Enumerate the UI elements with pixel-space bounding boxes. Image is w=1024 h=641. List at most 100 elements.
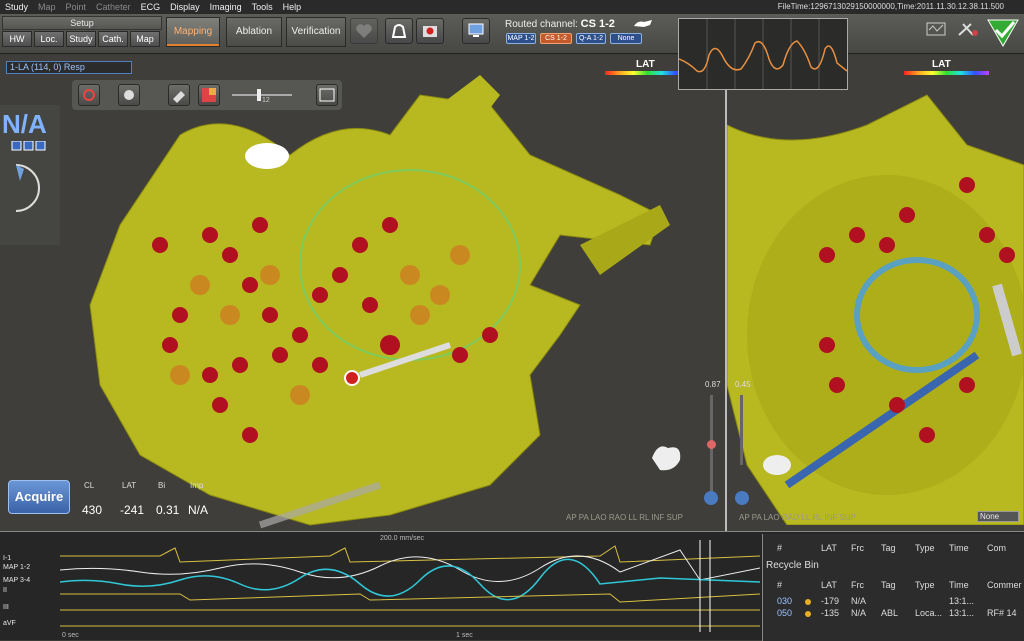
row-lat: -135 bbox=[821, 608, 840, 618]
col2-lat[interactable]: LAT bbox=[821, 580, 837, 590]
col-frc[interactable]: Frc bbox=[851, 543, 864, 553]
left-3d-map-view[interactable]: 1-LA (114, 0) Resp LAT 12 N/A 0.87 Acqui… bbox=[0, 55, 725, 531]
row-time: 13:1... bbox=[949, 608, 975, 618]
menu-study[interactable]: Study bbox=[0, 0, 33, 14]
menu-bar: Study Map Point Catheter ECG Display Ima… bbox=[0, 0, 1024, 14]
ecg-label-map34: MAP 3-4 bbox=[3, 577, 31, 584]
right-3d-map-view[interactable]: LAT 0.45 AP PA LAO RAO LL RL INF SUP Non… bbox=[727, 55, 1024, 531]
heart-button[interactable] bbox=[350, 18, 378, 44]
setup-header: Setup bbox=[2, 16, 162, 30]
hw-button[interactable]: HW bbox=[2, 31, 32, 47]
lat-label: LAT bbox=[122, 481, 137, 490]
row-num: 050 bbox=[777, 608, 793, 618]
cl-value: 430 bbox=[82, 503, 103, 517]
imp-value: N/A bbox=[188, 503, 209, 517]
col-comment[interactable]: Com bbox=[987, 543, 1006, 553]
col-time[interactable]: Time bbox=[949, 543, 969, 553]
monitor-icon bbox=[468, 23, 484, 37]
ecg-time-start: 0 sec bbox=[62, 632, 79, 639]
record-button[interactable] bbox=[416, 18, 444, 44]
file-time: FileTime:1296713029150000000,Time:2011.1… bbox=[777, 2, 1004, 11]
hand-cursor-icon bbox=[634, 20, 652, 27]
acquire-button[interactable]: Acquire bbox=[8, 480, 70, 514]
left-view-down-button[interactable] bbox=[704, 491, 718, 505]
right-view-dropdown[interactable]: None bbox=[977, 511, 1019, 522]
col2-type[interactable]: Type bbox=[915, 580, 935, 590]
chip-qa12[interactable]: Q-A 1-2 bbox=[576, 33, 606, 44]
menu-tools[interactable]: Tools bbox=[247, 0, 278, 14]
left-scale-top: 0.87 bbox=[705, 380, 721, 389]
left-view-presets[interactable]: AP PA LAO RAO LL RL INF SUP bbox=[566, 513, 683, 522]
heart-icon bbox=[356, 24, 372, 38]
chip-map12[interactable]: MAP 1-2 bbox=[506, 33, 536, 44]
cycle-gauge-icon bbox=[11, 141, 46, 212]
col-num[interactable]: # bbox=[777, 543, 782, 553]
col2-comment[interactable]: Commer bbox=[987, 580, 1022, 590]
menu-ecg[interactable]: ECG bbox=[136, 0, 166, 14]
lat-value: -241 bbox=[120, 503, 145, 517]
left-anatomy-map[interactable] bbox=[60, 75, 680, 531]
menu-imaging[interactable]: Imaging bbox=[205, 0, 247, 14]
chip-none[interactable]: None bbox=[610, 33, 642, 44]
right-clip-slider[interactable] bbox=[740, 395, 743, 465]
col-type[interactable]: Type bbox=[915, 543, 935, 553]
tab-mapping[interactable]: Mapping bbox=[166, 17, 220, 47]
row-point-dot bbox=[805, 599, 811, 605]
cath-button[interactable]: Cath. bbox=[98, 31, 128, 47]
col-tag[interactable]: Tag bbox=[881, 543, 896, 553]
row-frc: N/A bbox=[851, 608, 867, 618]
tab-verification[interactable]: Verification bbox=[286, 17, 346, 47]
col-lat[interactable]: LAT bbox=[821, 543, 837, 553]
routed-label: Routed channel: bbox=[505, 19, 578, 30]
ecg-time-1s: 1 sec bbox=[456, 632, 473, 639]
chip-cs12[interactable]: CS 1-2 bbox=[540, 33, 572, 44]
ecg-label-iii: III bbox=[3, 604, 9, 611]
right-lat-color-bar bbox=[904, 71, 989, 75]
ecg-strip[interactable]: 200.0 mm/sec I-1 MAP 1-2 MAP 3-4 II III … bbox=[0, 534, 762, 641]
menu-display[interactable]: Display bbox=[165, 0, 205, 14]
bi-label: Bi bbox=[158, 481, 166, 490]
ecg-label-ii: II bbox=[3, 587, 7, 594]
menu-map[interactable]: Map bbox=[33, 0, 61, 14]
bottom-panel: 200.0 mm/sec I-1 MAP 1-2 MAP 3-4 II III … bbox=[0, 531, 1024, 641]
ecg-traces bbox=[60, 540, 760, 632]
loc-button[interactable]: Loc. bbox=[34, 31, 64, 47]
menu-help[interactable]: Help bbox=[278, 0, 307, 14]
routed-ecg-trace bbox=[678, 19, 848, 89]
right-view-down-button[interactable] bbox=[735, 491, 749, 505]
anatomy-button[interactable] bbox=[385, 18, 413, 44]
row-lat: -179 bbox=[821, 596, 840, 606]
col2-tag[interactable]: Tag bbox=[881, 580, 896, 590]
menu-catheter[interactable]: Catheter bbox=[91, 0, 136, 14]
imp-label: Imp bbox=[190, 481, 204, 490]
na-readout: N/A bbox=[2, 109, 47, 139]
tools-icon bbox=[958, 23, 978, 36]
table-row[interactable]: 050 -135 N/A ABL Loca... 13:1... RF# 14 bbox=[763, 606, 1024, 620]
row-time: 13:1... bbox=[949, 596, 975, 606]
left-clip-slider[interactable] bbox=[707, 395, 716, 495]
map-button[interactable]: Map bbox=[130, 31, 160, 47]
tab-ablation[interactable]: Ablation bbox=[226, 17, 282, 47]
map-selector[interactable]: 1-LA (114, 0) Resp bbox=[6, 61, 132, 74]
carto-logo-icon bbox=[987, 19, 1019, 48]
row-frc: N/A bbox=[851, 596, 867, 606]
row-comment: RF# 14 bbox=[987, 608, 1017, 618]
map-info-panel: N/A bbox=[0, 105, 60, 245]
recycle-bin-label[interactable]: Recycle Bin bbox=[766, 560, 819, 571]
row-type: Loca... bbox=[915, 608, 943, 618]
bell-shape-icon bbox=[391, 24, 407, 38]
col2-time[interactable]: Time bbox=[949, 580, 969, 590]
ecg-label-map12: MAP 1-2 bbox=[3, 564, 31, 571]
left-lat-label: LAT bbox=[636, 59, 655, 70]
routed-value: CS 1-2 bbox=[580, 18, 615, 30]
row-num: 030 bbox=[777, 596, 793, 606]
col2-num[interactable]: # bbox=[777, 580, 782, 590]
menu-point[interactable]: Point bbox=[61, 0, 92, 14]
routed-ecg-preview bbox=[678, 18, 848, 90]
right-anatomy-map[interactable] bbox=[727, 85, 1024, 525]
col2-frc[interactable]: Frc bbox=[851, 580, 864, 590]
display-settings-button[interactable] bbox=[462, 18, 490, 44]
ecg-label-avf: aVF bbox=[3, 620, 16, 627]
right-view-presets[interactable]: AP PA LAO RAO LL RL INF SUP bbox=[739, 513, 856, 522]
study-button[interactable]: Study bbox=[66, 31, 96, 47]
